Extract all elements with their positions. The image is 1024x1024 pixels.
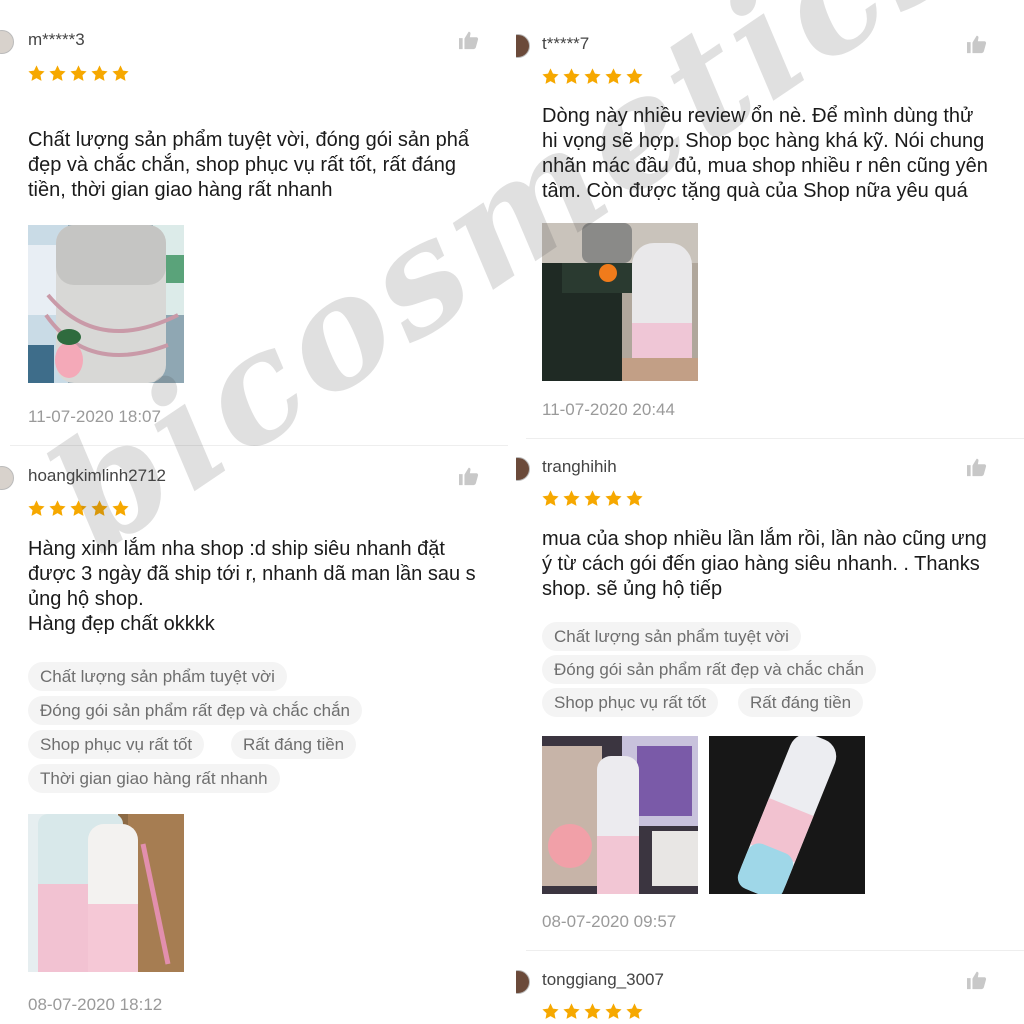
star-icon <box>541 67 560 86</box>
star-icon <box>562 1002 581 1021</box>
review-text-line: ý từ cách gói đến giao hàng siêu nhanh. … <box>542 553 980 575</box>
star-icon <box>604 67 623 86</box>
rating-stars <box>541 1002 644 1021</box>
left-review-column: m*****3 Chất lượng sản phẩm tuyệt vời, đ… <box>0 0 508 1024</box>
star-icon <box>583 67 602 86</box>
review-date: 08-07-2020 18:12 <box>28 995 163 1014</box>
star-icon <box>583 1002 602 1021</box>
star-icon <box>625 489 644 508</box>
review-date: 11-07-2020 18:07 <box>28 407 161 426</box>
review-card: t*****7 Dòng này nhiều review ổn nè. Để … <box>516 34 1024 434</box>
star-icon <box>562 489 581 508</box>
review-text: mua của shop nhiều lần lắm rồi, lần nào … <box>542 527 1024 602</box>
review-text-line: Hàng xinh lắm nha shop :d ship siêu nhan… <box>28 538 445 560</box>
reviewer-username[interactable]: m*****3 <box>28 30 85 50</box>
star-icon <box>111 64 130 83</box>
thumbs-up-icon[interactable] <box>966 34 988 54</box>
star-icon <box>48 499 67 518</box>
review-tag[interactable]: Shop phục vụ rất tốt <box>28 730 205 759</box>
star-icon <box>541 489 560 508</box>
review-tag[interactable]: Đóng gói sản phẩm rất đẹp và chắc chắn <box>28 696 362 725</box>
rating-stars <box>27 499 130 518</box>
avatar[interactable] <box>0 30 14 54</box>
review-tag[interactable]: Rất đáng tiền <box>738 688 864 717</box>
review-photo[interactable] <box>542 736 698 894</box>
thumbs-up-icon[interactable] <box>966 970 988 990</box>
star-icon <box>69 64 88 83</box>
review-card: hoangkimlinh2712 Hàng xinh lắm nha shop … <box>0 466 508 1024</box>
star-icon <box>27 64 46 83</box>
rating-stars <box>541 67 644 86</box>
review-tag[interactable]: Shop phục vụ rất tốt <box>542 688 719 717</box>
review-text-line: nhãn mác đầu đủ, mua shop nhiều r nên cũ… <box>542 155 988 177</box>
review-card: tranghihih mua của shop nhiều lần lắm rồ… <box>516 457 1024 937</box>
review-photo[interactable] <box>709 736 865 894</box>
thumbs-up-icon[interactable] <box>966 457 988 477</box>
review-tag[interactable]: Đóng gói sản phẩm rất đẹp và chắc chắn <box>542 655 876 684</box>
star-icon <box>583 489 602 508</box>
avatar[interactable] <box>0 466 14 490</box>
divider <box>526 438 1024 439</box>
star-icon <box>90 64 109 83</box>
review-text-line: shop. sẽ ủng hộ tiếp <box>542 578 723 600</box>
review-photo[interactable] <box>542 223 698 381</box>
star-icon <box>604 489 623 508</box>
star-icon <box>541 1002 560 1021</box>
right-review-column: t*****7 Dòng này nhiều review ổn nè. Để … <box>516 0 1024 1024</box>
avatar[interactable] <box>516 34 530 58</box>
rating-stars <box>27 64 130 83</box>
thumbs-up-icon[interactable] <box>458 30 480 50</box>
review-date: 08-07-2020 09:57 <box>542 912 677 931</box>
review-text-line: Dòng này nhiều review ổn nè. Để mình dùn… <box>542 105 974 127</box>
review-text-line: tiền, thời gian giao hàng rất nhanh <box>28 179 333 201</box>
star-icon <box>625 1002 644 1021</box>
column-gap <box>508 0 516 1024</box>
review-text-line: Chất lượng sản phẩm tuyệt vời, đóng gói … <box>28 129 469 151</box>
reviewer-username[interactable]: t*****7 <box>542 34 589 54</box>
review-text-line: tâm. Còn được tặng quà của Shop nữa yêu … <box>542 180 968 202</box>
review-tag[interactable]: Rất đáng tiền <box>231 730 357 759</box>
review-text-line: hi vọng sẽ hợp. Shop bọc hàng khá kỹ. Nó… <box>542 130 985 152</box>
review-text: Chất lượng sản phẩm tuyệt vời, đóng gói … <box>28 128 508 203</box>
review-text-line: mua của shop nhiều lần lắm rồi, lần nào … <box>542 528 987 550</box>
review-text: Hàng xinh lắm nha shop :d ship siêu nhan… <box>28 537 508 637</box>
reviewer-username[interactable]: hoangkimlinh2712 <box>28 466 166 486</box>
review-tag[interactable]: Thời gian giao hàng rất nhanh <box>28 764 280 793</box>
rating-stars <box>541 489 644 508</box>
reviewer-username[interactable]: tonggiang_3007 <box>542 970 664 990</box>
star-icon <box>111 499 130 518</box>
star-icon <box>48 64 67 83</box>
review-text-line: ủng hộ shop. <box>28 588 144 610</box>
thumbs-up-icon[interactable] <box>458 466 480 486</box>
review-photo[interactable] <box>28 814 184 972</box>
divider <box>526 950 1024 951</box>
review-tag[interactable]: Chất lượng sản phẩm tuyệt vời <box>542 622 801 651</box>
avatar[interactable] <box>516 457 530 481</box>
review-text-line: Hàng đẹp chất okkkk <box>28 613 215 635</box>
review-text: Dòng này nhiều review ổn nè. Để mình dùn… <box>542 104 1024 204</box>
review-photo[interactable] <box>28 225 184 383</box>
review-text-line: đẹp và chắc chắn, shop phục vụ rất tốt, … <box>28 154 457 176</box>
avatar[interactable] <box>516 970 530 994</box>
star-icon <box>625 67 644 86</box>
review-tag[interactable]: Chất lượng sản phẩm tuyệt vời <box>28 662 287 691</box>
star-icon <box>604 1002 623 1021</box>
star-icon <box>562 67 581 86</box>
review-date: 11-07-2020 20:44 <box>542 400 675 419</box>
star-icon <box>90 499 109 518</box>
star-icon <box>27 499 46 518</box>
reviewer-username[interactable]: tranghihih <box>542 457 617 477</box>
review-card: m*****3 Chất lượng sản phẩm tuyệt vời, đ… <box>0 30 508 440</box>
divider <box>10 445 508 446</box>
review-text-line: được 3 ngày đã ship tới r, nhanh dã man … <box>28 563 476 585</box>
review-card: tonggiang_3007 <box>516 970 1024 1024</box>
star-icon <box>69 499 88 518</box>
